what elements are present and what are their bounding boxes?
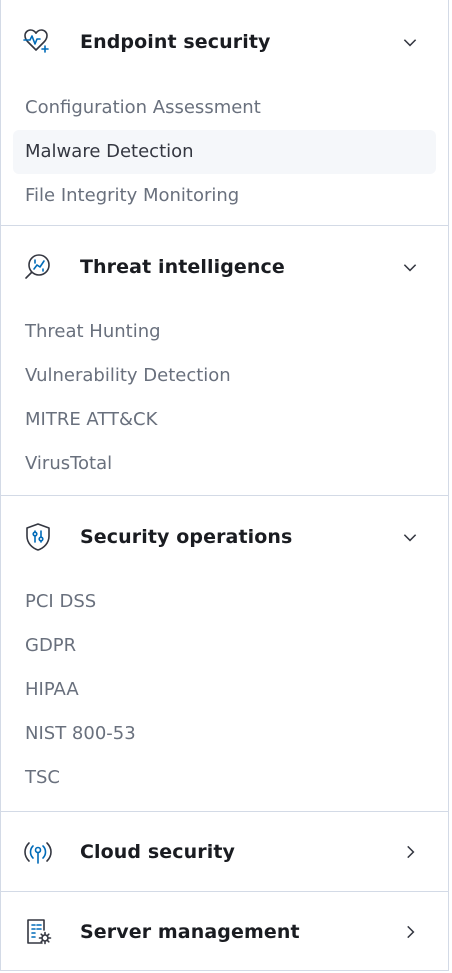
section-items: PCI DSS GDPR HIPAA NIST 800-53 TSC [1,578,448,812]
side-nav-panel: Endpoint security Configuration Assessme… [0,0,449,971]
nav-item-tsc[interactable]: TSC [13,756,436,800]
nav-item-pci-dss[interactable]: PCI DSS [13,580,436,624]
nav-item-mitre-attack[interactable]: MITRE ATT&CK [13,398,436,442]
nav-item-malware-detection[interactable]: Malware Detection [13,130,436,174]
chevron-right-icon[interactable] [400,842,420,862]
section-header-threat-intelligence[interactable]: Threat intelligence [1,226,448,308]
chevron-down-icon[interactable] [400,32,420,52]
threat-search-icon [21,250,55,284]
nav-item-vulnerability-detection[interactable]: Vulnerability Detection [13,354,436,398]
nav-item-gdpr[interactable]: GDPR [13,624,436,668]
server-doc-gear-icon [21,915,55,949]
nav-section-cloud-security: Cloud security [1,812,448,892]
section-items: Configuration Assessment Malware Detecti… [1,84,448,230]
section-title: Endpoint security [80,31,271,53]
section-title: Security operations [80,526,293,548]
nav-section-server-management: Server management [1,892,448,971]
shield-settings-icon [21,520,55,554]
nav-item-configuration-assessment[interactable]: Configuration Assessment [13,86,436,130]
nav-item-file-integrity-monitoring[interactable]: File Integrity Monitoring [13,174,436,218]
section-header-security-operations[interactable]: Security operations [1,496,448,578]
nav-section-threat-intelligence: Threat intelligence Threat Hunting Vulne… [1,226,448,496]
cloud-antenna-icon [21,835,55,869]
chevron-right-icon[interactable] [400,922,420,942]
chevron-down-icon[interactable] [400,257,420,277]
nav-item-nist-800-53[interactable]: NIST 800-53 [13,712,436,756]
heartbeat-monitor-icon [21,25,55,59]
section-items: Threat Hunting Vulnerability Detection M… [1,308,448,498]
chevron-down-icon[interactable] [400,527,420,547]
nav-section-endpoint-security: Endpoint security Configuration Assessme… [1,0,448,226]
nav-item-virustotal[interactable]: VirusTotal [13,442,436,486]
section-header-server-management[interactable]: Server management [1,892,448,972]
nav-section-security-operations: Security operations PCI DSS GDPR HIPAA N… [1,496,448,812]
section-title: Server management [80,921,300,943]
nav-item-threat-hunting[interactable]: Threat Hunting [13,310,436,354]
section-title: Cloud security [80,841,235,863]
section-header-cloud-security[interactable]: Cloud security [1,812,448,892]
section-title: Threat intelligence [80,256,285,278]
nav-item-hipaa[interactable]: HIPAA [13,668,436,712]
section-header-endpoint-security[interactable]: Endpoint security [1,0,448,84]
